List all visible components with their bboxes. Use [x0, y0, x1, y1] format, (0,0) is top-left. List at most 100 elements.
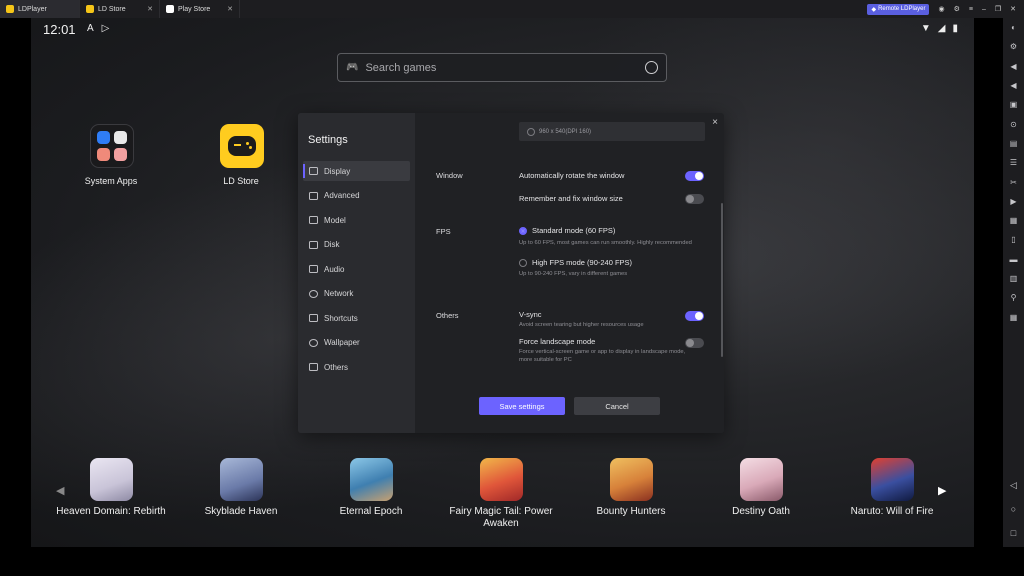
record-video-icon[interactable]: ▶	[1003, 192, 1024, 211]
android-nav-buttons: ◁ ○ □	[1003, 473, 1024, 545]
game-heaven-domain[interactable]: Heaven Domain: Rebirth	[46, 458, 176, 518]
network-icon	[309, 289, 318, 298]
tab-label: LDPlayer	[18, 5, 47, 13]
high-fps-option[interactable]: High FPS mode (90-240 FPS)	[519, 258, 632, 267]
radio-button[interactable]	[527, 127, 535, 136]
tab-play-store[interactable]: Play Store ✕	[160, 0, 240, 18]
user-icon[interactable]: ◉	[938, 5, 944, 13]
toggle-knob	[686, 339, 694, 347]
remote-label: Remote LDPlayer	[878, 6, 926, 12]
nav-disk[interactable]: Disk	[303, 235, 410, 255]
nav-advanced[interactable]: Advanced	[303, 186, 410, 206]
nav-label: Advanced	[324, 191, 360, 200]
search-icon[interactable]	[645, 61, 658, 74]
game-thumbnail	[870, 458, 914, 501]
game-thumbnail	[219, 458, 263, 501]
tab-close-icon[interactable]: ✕	[227, 5, 233, 13]
settings-gear-icon[interactable]: ⚙	[1003, 37, 1024, 56]
high-fps-label: High FPS mode (90-240 FPS)	[532, 258, 633, 267]
game-fairy-magic-tail[interactable]: Fairy Magic Tail: Power Awaken	[436, 458, 566, 530]
vsync-label: V-sync	[519, 310, 542, 319]
game-eternal-epoch[interactable]: Eternal Epoch	[306, 458, 436, 518]
nav-label: Others	[324, 362, 349, 372]
fullscreen-icon[interactable]: ▣	[1003, 95, 1024, 114]
settings-scrollbar[interactable]	[721, 203, 723, 357]
nav-model[interactable]: Model	[303, 210, 410, 230]
operation-record-icon[interactable]: ⊙	[1003, 114, 1024, 133]
game-thumbnail	[739, 458, 783, 501]
android-screen: 12:01 A ▷ ▼ ◢ ▮ 🎮 Search games System Ap…	[31, 18, 974, 547]
game-name: Fairy Magic Tail: Power Awaken	[449, 506, 553, 529]
remote-ldplayer-button[interactable]: ◆ Remote LDPlayer	[867, 3, 930, 15]
nav-others[interactable]: Others	[303, 357, 410, 377]
home-icon[interactable]: ○	[1003, 497, 1024, 521]
folder-icon[interactable]: ▬	[1003, 250, 1024, 269]
nav-shortcuts[interactable]: Shortcuts	[303, 308, 410, 328]
shake-icon[interactable]: ▯	[1003, 230, 1024, 249]
tab-ldplayer[interactable]: LDPlayer	[0, 0, 80, 18]
sync-icon[interactable]: ▦	[1003, 307, 1024, 326]
nav-display[interactable]: Display	[303, 161, 410, 181]
game-name: Naruto: Will of Fire	[850, 506, 934, 517]
minimize-icon[interactable]: –	[982, 6, 986, 13]
play-store-icon	[166, 5, 174, 13]
theme-icon[interactable]: ◐	[1003, 18, 1024, 37]
apk-install-icon[interactable]: ▦	[1003, 211, 1024, 230]
a-notification-icon: A	[87, 23, 94, 34]
location-icon[interactable]: ⚲	[1003, 288, 1024, 307]
radio-button-selected[interactable]	[519, 226, 527, 235]
advanced-icon	[309, 191, 318, 200]
game-naruto-will-of-fire[interactable]: Naruto: Will of Fire	[827, 458, 957, 518]
games-carousel: Heaven Domain: Rebirth Skyblade Haven Et…	[31, 458, 974, 538]
volume-down-icon[interactable]: ◀	[1003, 76, 1024, 95]
play-protect-icon: ▷	[101, 23, 110, 34]
tab-ld-store[interactable]: LD Store ✕	[80, 0, 160, 18]
more-icon[interactable]: ☰	[1003, 153, 1024, 172]
game-bounty-hunters[interactable]: Bounty Hunters	[566, 458, 696, 518]
nav-network[interactable]: Network	[303, 284, 410, 304]
restore-icon[interactable]: ❐	[995, 5, 1001, 13]
volume-up-icon[interactable]: ◀	[1003, 57, 1024, 76]
save-settings-button[interactable]: Save settings	[479, 397, 565, 415]
standard-mode-option[interactable]: Standard mode (60 FPS)	[519, 226, 615, 235]
bottom-margin	[0, 547, 1024, 576]
high-fps-desc: Up to 90-240 FPS, vary in different game…	[519, 271, 628, 277]
multi-instance-icon[interactable]: ▥	[1003, 269, 1024, 288]
recents-icon[interactable]: □	[1003, 521, 1024, 545]
camera-icon	[97, 148, 110, 161]
ld-store-icon	[86, 5, 94, 13]
nav-audio[interactable]: Audio	[303, 259, 410, 279]
menu-icon[interactable]: ≡	[969, 6, 973, 13]
cancel-button[interactable]: Cancel	[574, 397, 660, 415]
ld-store-app-icon[interactable]	[220, 124, 264, 168]
game-thumbnail	[89, 458, 133, 501]
radio-button[interactable]	[519, 258, 527, 267]
left-margin	[0, 18, 31, 547]
back-icon[interactable]: ◁	[1003, 473, 1024, 497]
others-icon	[309, 363, 318, 371]
settings-nav: Display Advanced Model Disk Audio Networ…	[303, 161, 410, 382]
close-icon[interactable]: ×	[712, 117, 718, 128]
nav-label: Disk	[324, 240, 340, 249]
wifi-icon: ▼	[920, 23, 931, 34]
auto-rotate-toggle[interactable]	[685, 171, 704, 181]
game-skyblade-haven[interactable]: Skyblade Haven	[176, 458, 306, 518]
settings-icon[interactable]: ⚙	[954, 5, 960, 13]
close-icon[interactable]: ✕	[1010, 5, 1016, 13]
game-destiny-oath[interactable]: Destiny Oath	[696, 458, 826, 518]
system-apps-icon[interactable]	[90, 124, 134, 168]
search-placeholder: Search games	[365, 61, 437, 74]
remember-size-toggle[interactable]	[685, 194, 704, 204]
search-games-bar[interactable]: 🎮 Search games	[337, 53, 667, 82]
resolution-label: 960 x 540(DPI 160)	[539, 128, 592, 135]
resolution-option[interactable]: 960 x 540(DPI 160)	[519, 122, 705, 141]
nav-wallpaper[interactable]: Wallpaper	[303, 333, 410, 353]
game-name: Skyblade Haven	[204, 506, 278, 517]
vsync-toggle[interactable]	[685, 311, 704, 321]
force-landscape-toggle[interactable]	[685, 338, 704, 348]
scissors-icon[interactable]: ✂	[1003, 172, 1024, 191]
tab-close-icon[interactable]: ✕	[147, 5, 153, 13]
keyboard-icon	[309, 314, 318, 322]
keyboard-mapping-icon[interactable]: ▤	[1003, 134, 1024, 153]
toggle-knob	[686, 195, 694, 203]
